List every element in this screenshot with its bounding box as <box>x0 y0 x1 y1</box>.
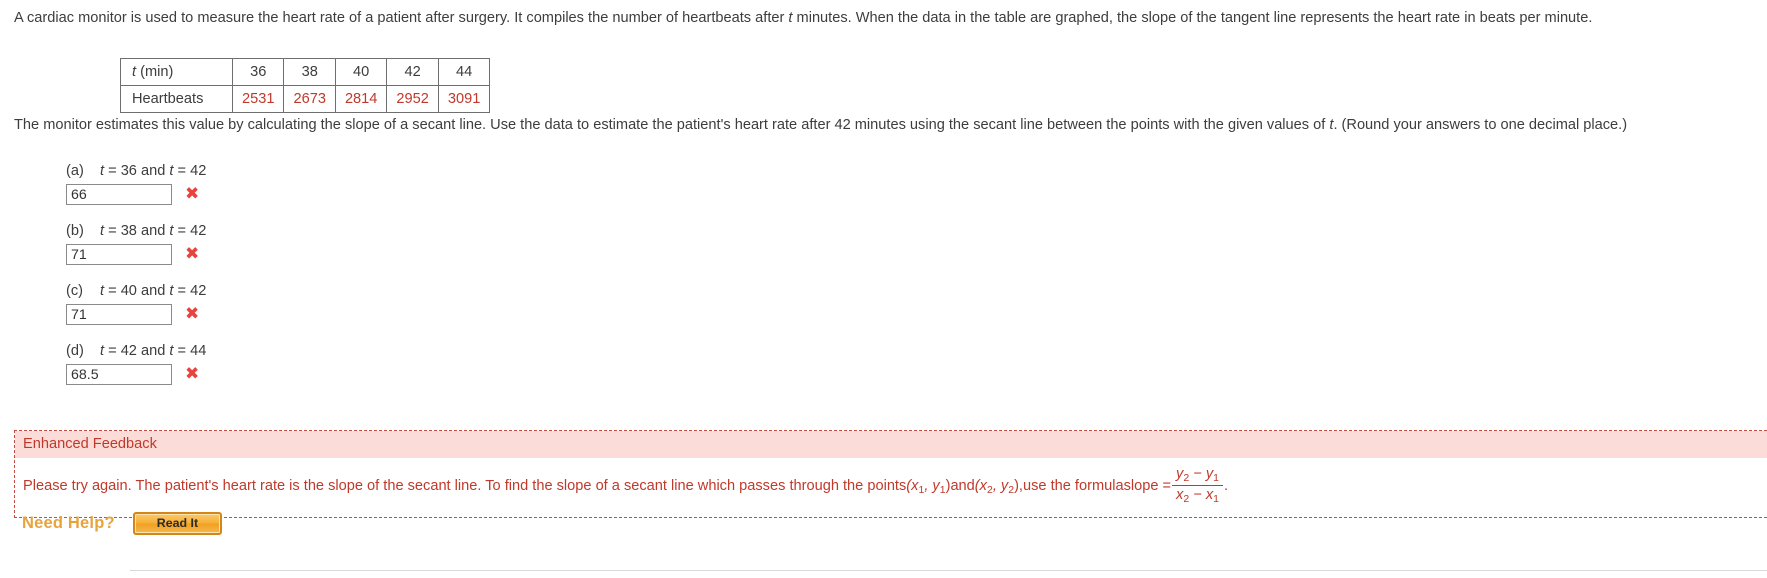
table-header-heartbeats: Heartbeats <box>120 85 233 113</box>
heartbeat-data-table: t (min) 36 38 40 42 44 Heartbeats 2531 2… <box>120 58 491 113</box>
denominator-sub1: 1 <box>1213 493 1219 506</box>
part-b-label: (b) t = 38 and t = 42 <box>66 221 206 241</box>
table-cell-t-1: 38 <box>283 58 336 86</box>
feedback-text-and: and <box>950 478 975 495</box>
part-d-condition-end: = 44 <box>173 343 207 359</box>
enhanced-feedback-body: Please try again. The patient's heart ra… <box>15 458 1767 518</box>
problem-instruction-text: The monitor estimates this value by calc… <box>14 114 1766 136</box>
need-help-row: Need Help? Read It <box>22 512 223 535</box>
part-d-label: (d) t = 42 and t = 44 <box>66 341 206 361</box>
part-c-answer-input[interactable] <box>66 304 172 325</box>
instruction-text-part2: . (Round your answers to one decimal pla… <box>1333 117 1628 133</box>
fraction-denominator: x2 − x1 <box>1172 485 1223 505</box>
bottom-divider <box>130 570 1767 571</box>
slope-formula-label: slope = <box>1123 478 1172 495</box>
table-cell-t-4: 44 <box>437 58 491 86</box>
point2-x: (x <box>974 477 987 494</box>
feedback-text-1: Please try again. The patient's heart ra… <box>23 478 907 495</box>
need-help-label: Need Help? <box>22 514 115 532</box>
part-a-answer-row: ✖ <box>66 184 206 205</box>
part-c-condition-end: = 42 <box>173 283 207 299</box>
point2-y: , y <box>992 477 1009 494</box>
x-mark-incorrect-icon: ✖ <box>185 184 200 204</box>
enhanced-feedback-title: Enhanced Feedback <box>15 431 1767 459</box>
question-part-b: (b)t = 38 and t = 42 ✖ <box>66 221 206 265</box>
table-cell-t-0: 36 <box>231 58 285 86</box>
time-unit-label: (min) <box>136 64 174 80</box>
part-d-answer-input[interactable] <box>66 364 172 385</box>
feedback-point-1: (x1, y1) <box>906 476 950 498</box>
part-c-label: (c) t = 40 and t = 42 <box>66 281 206 301</box>
table-cell-heartbeats-3: 2952 <box>386 85 439 113</box>
table-header-time: t (min) <box>120 58 233 86</box>
x-mark-incorrect-icon: ✖ <box>185 364 200 384</box>
table-cell-heartbeats-1: 2673 <box>283 85 336 113</box>
table-row-time: t (min) 36 38 40 42 44 <box>120 58 491 86</box>
table-cell-t-3: 42 <box>386 58 439 86</box>
part-b-condition-mid: = 38 and <box>104 223 170 239</box>
x-mark-incorrect-icon: ✖ <box>185 244 200 264</box>
part-c-condition-mid: = 40 and <box>104 283 170 299</box>
enhanced-feedback-panel: Enhanced Feedback Please try again. The … <box>14 430 1767 519</box>
part-a-answer-input[interactable] <box>66 184 172 205</box>
table-cell-t-2: 40 <box>334 58 388 86</box>
feedback-period: . <box>1223 478 1229 495</box>
x-mark-incorrect-icon: ✖ <box>185 304 200 324</box>
slope-formula-fraction: y2 − y1 x2 − x1 <box>1172 466 1223 505</box>
problem-intro-text: A cardiac monitor is used to measure the… <box>14 7 1764 29</box>
part-d-letter: (d) <box>66 343 84 359</box>
numerator-sub1: 1 <box>1213 472 1219 485</box>
question-part-c: (c)t = 40 and t = 42 ✖ <box>66 281 206 325</box>
question-part-a: (a)t = 36 and t = 42 ✖ <box>66 161 206 205</box>
part-a-letter: (a) <box>66 163 84 179</box>
part-b-condition-end: = 42 <box>173 223 207 239</box>
intro-text-part2: minutes. When the data in the table are … <box>792 10 1593 26</box>
part-d-condition-mid: = 42 and <box>104 343 170 359</box>
table-cell-heartbeats-2: 2814 <box>334 85 388 113</box>
point1-x: (x <box>906 477 919 494</box>
part-b-answer-input[interactable] <box>66 244 172 265</box>
part-a-label: (a) t = 36 and t = 42 <box>66 161 206 181</box>
feedback-point-2: (x2, y2), <box>975 476 1023 498</box>
table-cell-heartbeats-0: 2531 <box>231 85 285 113</box>
numerator-minus-y: − y <box>1189 466 1214 483</box>
part-d-answer-row: ✖ <box>66 364 206 385</box>
question-part-d: (d)t = 42 and t = 44 ✖ <box>66 341 206 385</box>
part-c-letter: (c) <box>66 283 84 299</box>
part-c-answer-row: ✖ <box>66 304 206 325</box>
point2-close: ), <box>1014 477 1023 494</box>
feedback-text-2: use the formula <box>1022 478 1124 495</box>
denominator-minus-x: − x <box>1189 487 1214 504</box>
table-cell-heartbeats-4: 3091 <box>437 85 491 113</box>
intro-text-part1: A cardiac monitor is used to measure the… <box>14 10 789 26</box>
part-b-answer-row: ✖ <box>66 244 206 265</box>
part-a-condition-end: = 42 <box>173 163 207 179</box>
part-b-letter: (b) <box>66 223 84 239</box>
fraction-numerator: y2 − y1 <box>1172 466 1223 485</box>
instruction-text-part1: The monitor estimates this value by calc… <box>14 117 1330 133</box>
part-a-condition-mid: = 36 and <box>104 163 170 179</box>
read-it-button[interactable]: Read It <box>132 512 223 535</box>
point1-y: , y <box>924 477 940 494</box>
table-row-heartbeats: Heartbeats 2531 2673 2814 2952 3091 <box>120 85 491 113</box>
